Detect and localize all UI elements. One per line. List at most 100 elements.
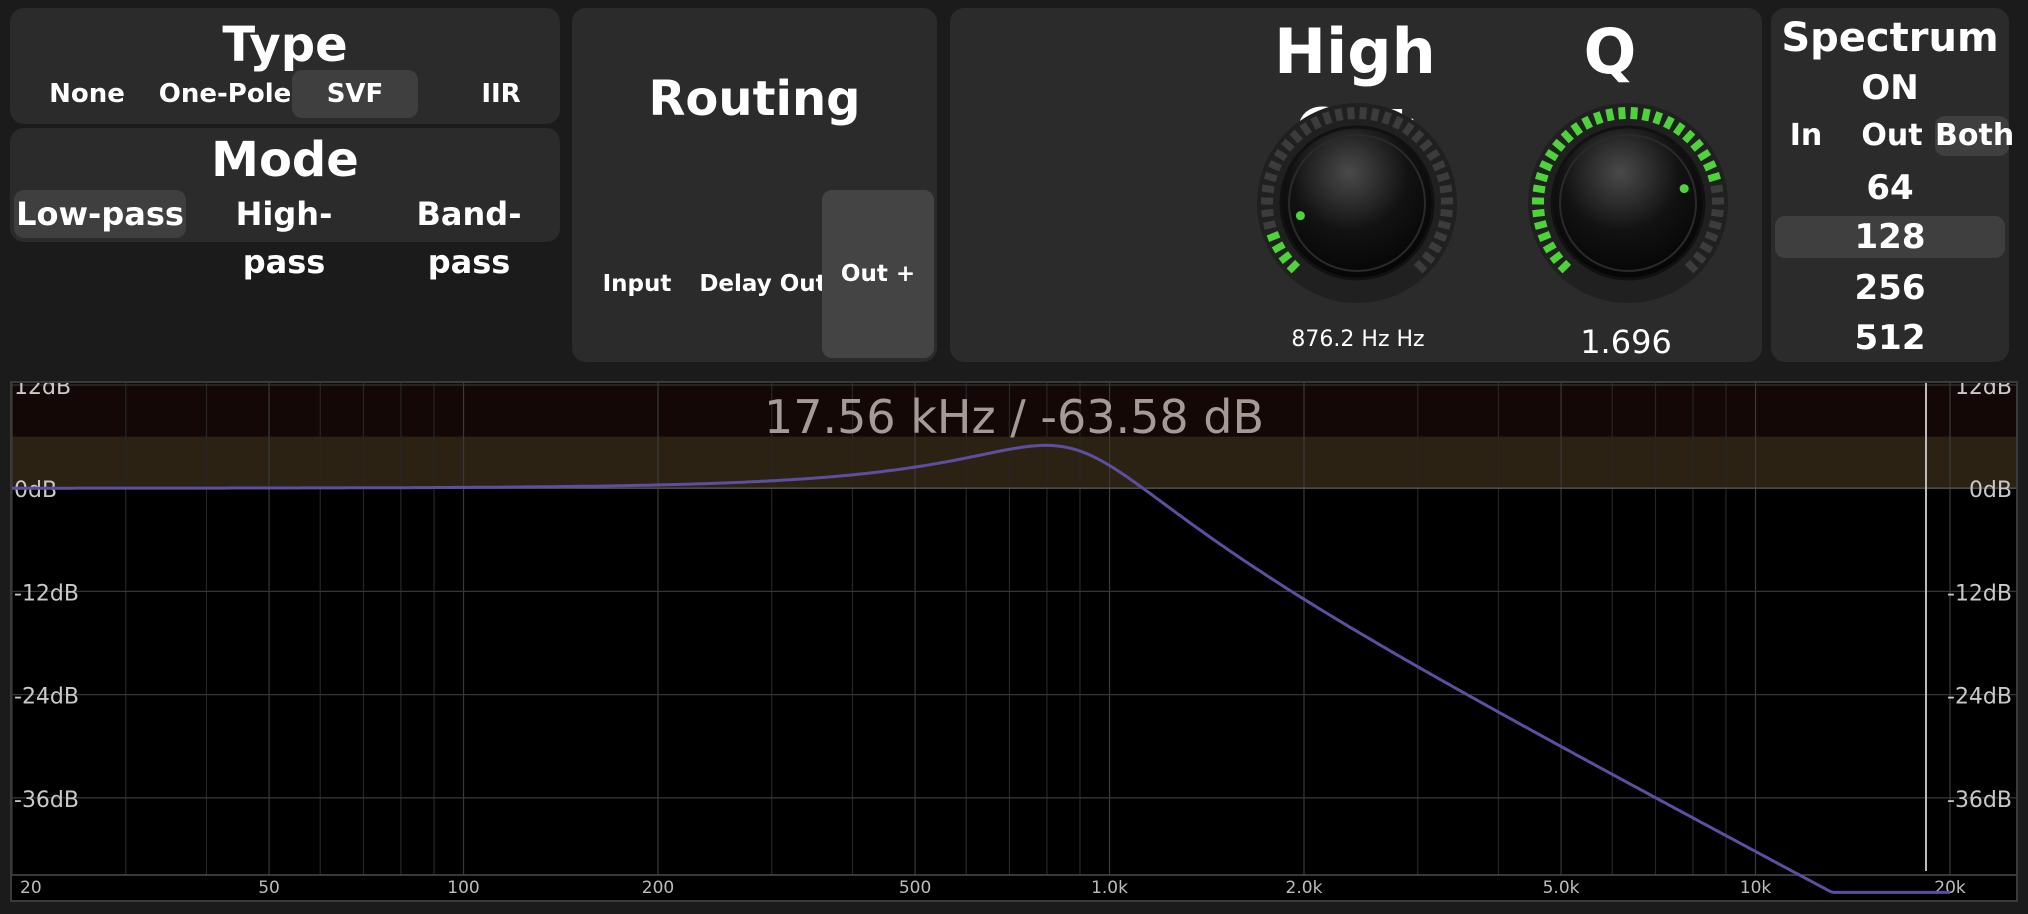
mode-option-high-pass[interactable]: High-pass <box>196 190 372 286</box>
type-panel: Type None One-Pole SVF IIR <box>10 8 560 124</box>
freq-label: 1.0k <box>1091 878 1128 898</box>
q-led-segment <box>1703 160 1717 172</box>
routing-panel: Routing Input Delay Out Out + FB <box>572 8 937 455</box>
spectrum-panel: Spectrum ON In Out Both 64 128 256 512 <box>1771 8 2014 362</box>
frequency-response-plot: 12dB 12dB0dB 0dB-12dB -12dB-24dB -24dB-36dB -… <box>12 383 2016 900</box>
high-cut-led-segment <box>1439 184 1453 194</box>
freq-label: 10k <box>1740 878 1772 898</box>
high-cut-led-segment <box>1261 208 1274 218</box>
q-led-segment <box>1605 108 1615 122</box>
q-led-segment <box>1710 184 1724 194</box>
high-cut-knob-graphic <box>1257 103 1457 303</box>
type-option-iir[interactable]: IIR <box>438 70 564 118</box>
q-value: 1.696 <box>1580 323 1672 361</box>
db-label-right: -12dB <box>1947 581 2012 606</box>
q-led-segment <box>1535 172 1549 183</box>
db-label-right: -36dB <box>1947 788 2012 813</box>
db-label-left: -24dB <box>14 685 79 710</box>
q-knob[interactable] <box>1523 98 1733 308</box>
freq-label: 20 <box>20 878 42 898</box>
db-label-left: -36dB <box>14 788 79 813</box>
freq-label: 2.0k <box>1286 878 1323 898</box>
high-cut-led-segment <box>1370 108 1380 122</box>
spectrum-source-out[interactable]: Out <box>1857 112 1927 160</box>
q-led-segment <box>1618 106 1626 120</box>
q-led-segment <box>1537 231 1552 242</box>
high-cut-led-segment <box>1432 160 1446 172</box>
mode-option-band-pass[interactable]: Band-pass <box>380 190 558 286</box>
q-led-segment <box>1707 172 1721 183</box>
freq-label: 20k <box>1934 878 1966 898</box>
spectrum-size-64[interactable]: 64 <box>1771 164 2009 212</box>
high-cut-knob-body <box>1279 125 1435 281</box>
high-cut-led-segment <box>1347 106 1355 120</box>
cursor-readout: 17.56 kHz / -63.58 dB <box>763 390 1265 444</box>
q-knob-graphic <box>1528 103 1728 303</box>
high-cut-value: 876.2 Hz Hz <box>1291 327 1425 352</box>
frequency-response-graph[interactable]: 12dB 12dB 0dB 0dB -12dB -12dB -24dB -24dB -36dB -… <box>10 381 2018 902</box>
q-led-segment <box>1641 108 1651 122</box>
freq-label: 500 <box>899 878 931 898</box>
mode-option-low-pass[interactable]: Low-pass <box>14 190 186 238</box>
db-label-right: -24dB <box>1947 685 2012 710</box>
spectrum-source-in[interactable]: In <box>1777 112 1835 160</box>
freq-label: 50 <box>258 878 280 898</box>
type-option-none[interactable]: None <box>24 70 150 118</box>
db-label-left: -12dB <box>14 581 79 606</box>
routing-option-out-fb[interactable]: Out + FB <box>822 190 934 455</box>
high-cut-led-segment <box>1334 108 1344 122</box>
high-cut-led-segment <box>1437 220 1451 230</box>
spectrum-title: Spectrum <box>1781 15 1999 61</box>
q-led-segment <box>1532 184 1546 194</box>
high-cut-led-segment <box>1381 111 1393 125</box>
spectrum-size-256[interactable]: 256 <box>1771 264 2009 312</box>
q-led-segment <box>1652 111 1664 125</box>
knobs-panel: High Cut Q 876.2 Hz Hz 1.696 <box>950 8 1762 362</box>
high-cut-led-segment <box>1261 184 1275 194</box>
spectrum-size-512[interactable]: 512 <box>1771 314 2009 362</box>
q-led-segment <box>1663 115 1675 130</box>
spectrum-source-both[interactable]: Both <box>1935 116 2014 156</box>
q-led-segment <box>1711 208 1724 218</box>
routing-option-input[interactable]: Input <box>578 260 696 308</box>
mode-title: Mode <box>211 132 359 188</box>
high-cut-led-segment <box>1264 172 1278 183</box>
q-led-segment <box>1704 231 1719 242</box>
db-label-left: 0dB <box>14 478 57 503</box>
q-led-segment <box>1708 220 1722 230</box>
high-cut-led-segment <box>1359 106 1367 120</box>
high-cut-led-segment <box>1263 220 1277 230</box>
high-cut-led-segment <box>1440 208 1453 218</box>
high-cut-led-segment <box>1436 172 1450 183</box>
type-title: Type <box>222 17 348 73</box>
q-knob-body <box>1550 125 1706 281</box>
q-led-segment <box>1532 208 1545 218</box>
high-cut-led-segment <box>1433 231 1448 242</box>
freq-label: 100 <box>447 878 479 898</box>
db-label-right: 0dB <box>1969 478 2012 503</box>
high-cut-knob[interactable] <box>1252 98 1462 308</box>
q-led-segment <box>1534 220 1548 230</box>
q-knob-indicator <box>1679 184 1689 194</box>
q-title: Q <box>1583 15 1637 88</box>
routing-option-delay-out[interactable]: Delay Out <box>696 260 830 308</box>
spectrum-toggle[interactable]: ON <box>1830 64 1950 112</box>
q-led-segment <box>1581 115 1593 130</box>
q-led-segment <box>1592 111 1604 125</box>
high-cut-led-segment <box>1392 115 1404 130</box>
freq-label: 200 <box>642 878 674 898</box>
q-led-segment <box>1539 160 1553 172</box>
mode-panel: Mode Low-pass High-pass Band-pass <box>10 128 560 281</box>
type-option-svf[interactable]: SVF <box>292 70 418 118</box>
response-curve <box>12 443 1950 894</box>
high-cut-led-segment <box>1321 111 1333 125</box>
routing-title: Routing <box>648 71 861 127</box>
freq-label: 5.0k <box>1543 878 1580 898</box>
high-cut-knob-indicator <box>1295 211 1305 221</box>
q-led-segment <box>1630 106 1638 120</box>
spectrum-size-128[interactable]: 128 <box>1775 216 2005 258</box>
high-cut-led-segment <box>1268 160 1282 172</box>
high-cut-led-segment <box>1266 231 1281 242</box>
type-option-one-pole[interactable]: One-Pole <box>150 70 300 118</box>
high-cut-led-segment <box>1310 115 1322 130</box>
